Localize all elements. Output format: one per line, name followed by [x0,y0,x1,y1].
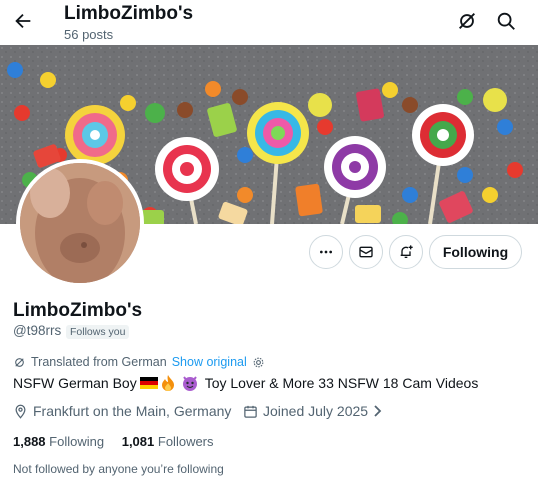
joined-text: Joined July 2025 [263,403,369,419]
following-label: Following [49,434,105,449]
follow-stats: 1,888 Following 1,081 Followers [13,434,214,449]
notifications-button[interactable] [389,235,423,269]
show-original-link[interactable]: Show original [172,355,247,369]
bio: NSFW German Boy 🇩🇪 Toy Lover & More 33 N… [13,375,478,391]
following-button[interactable]: Following [429,235,522,269]
calendar-icon [244,405,257,418]
more-dots-icon [320,250,332,254]
more-options-button[interactable] [309,235,343,269]
translation-row: Translated from German Show original [13,355,265,369]
gear-icon[interactable] [252,356,265,369]
avatar[interactable] [16,159,144,287]
translated-label: Translated from German [31,355,167,369]
translate-off-icon[interactable] [456,10,478,32]
follows-you-badge: Follows you [66,325,130,339]
bell-plus-icon [400,245,413,258]
following-stat[interactable]: 1,888 Following [13,434,104,449]
followers-count: 1,081 [121,434,155,449]
top-bar: LimboZimbo's 56 posts [0,0,538,45]
location-pin-icon [15,404,26,419]
followers-stat[interactable]: 1,081 Followers [122,434,214,449]
following-count: 1,888 [13,434,46,449]
posts-count: 56 posts [64,27,114,42]
header-title: LimboZimbo's [64,3,194,24]
followers-label: Followers [157,434,214,449]
location-text: Frankfurt on the Main, Germany [33,403,232,419]
location-row: Frankfurt on the Main, Germany [13,403,231,419]
chevron-right-icon [374,405,382,417]
scrollbar[interactable] [538,0,559,491]
bio-text-2: Toy Lover & More 33 NSFW 18 Cam Videos [204,375,479,391]
search-icon[interactable] [495,10,517,32]
fire-emoji [161,375,175,391]
back-arrow-icon[interactable] [12,10,34,32]
devil-emoji [182,375,198,391]
bio-text-1: NSFW German Boy [13,375,137,391]
message-button[interactable] [349,235,383,269]
user-handle: @t98rrs [13,323,62,338]
translate-icon [15,357,24,367]
joined-row[interactable]: Joined July 2025 [243,403,383,419]
display-name: LimboZimbo's [13,300,143,321]
german-flag-emoji: 🇩🇪 [139,377,158,389]
envelope-icon [359,246,373,258]
not-followed-text: Not followed by anyone you’re following [13,462,224,476]
